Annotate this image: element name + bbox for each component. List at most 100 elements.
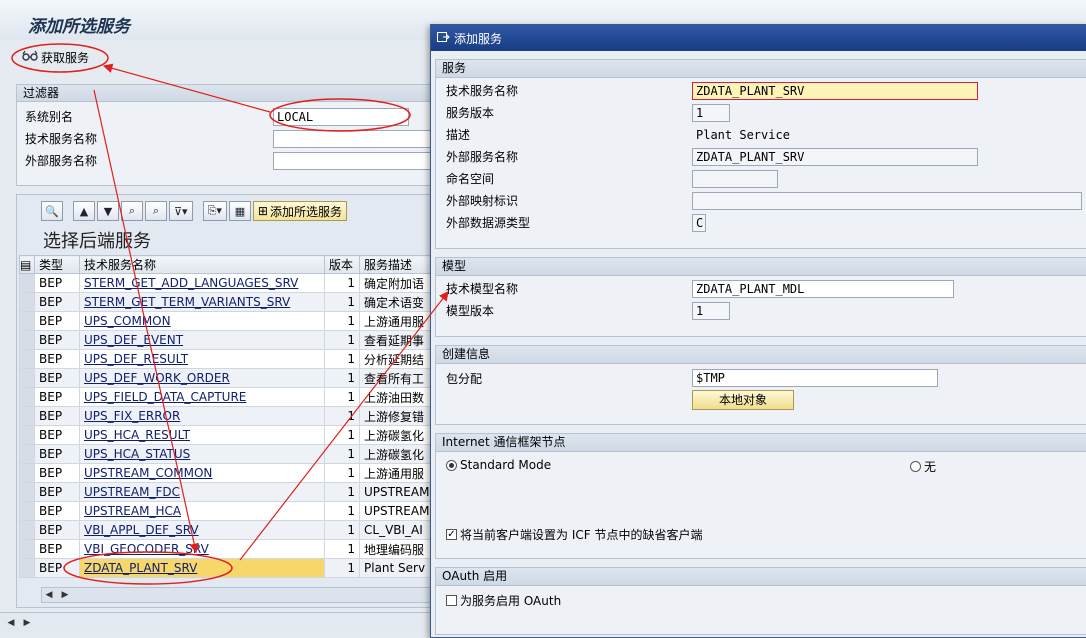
cell-tech-name[interactable]: STERM_GET_TERM_VARIANTS_SRV xyxy=(79,292,325,312)
tech-model-name-input[interactable]: ZDATA_PLANT_MDL xyxy=(692,280,954,298)
cell-tech-name[interactable]: UPS_HCA_STATUS xyxy=(79,444,325,464)
sort-ascending-icon[interactable]: ▲ xyxy=(73,201,95,221)
row-selector[interactable] xyxy=(19,311,35,331)
col-description[interactable]: 服务描述 xyxy=(359,255,435,274)
table-row[interactable]: BEP UPS_COMMON 1 上游通用服 xyxy=(19,311,435,331)
table-row[interactable]: BEP UPSTREAM_HCA 1 UPSTREAM xyxy=(19,501,435,521)
service-section: 服务 技术服务名称 ZDATA_PLANT_SRV 服务版本 1 描述 Plan… xyxy=(435,59,1086,249)
table-row[interactable]: BEP STERM_GET_ADD_LANGUAGES_SRV 1 确定附加语 xyxy=(19,273,435,293)
enable-oauth-checkbox[interactable]: 为服务启用 OAuth xyxy=(446,592,561,609)
col-version[interactable]: 版本 xyxy=(324,255,360,274)
table-row[interactable]: BEP VBI_GEOCODER_SRV 1 地理编码服 xyxy=(19,539,435,559)
scroll-right-icon[interactable]: ▶ xyxy=(58,588,72,602)
cell-tech-name[interactable]: UPS_FIELD_DATA_CAPTURE xyxy=(79,387,325,407)
description-label: 描述 xyxy=(446,128,471,142)
scroll-left-icon[interactable]: ◀ xyxy=(42,588,56,602)
ext-name-input[interactable] xyxy=(273,152,433,170)
row-selector[interactable] xyxy=(19,501,35,521)
table-row[interactable]: BEP UPS_DEF_WORK_ORDER 1 查看所有工 xyxy=(19,368,435,388)
none-radio[interactable]: 无 xyxy=(910,458,936,475)
table-row[interactable]: BEP ZDATA_PLANT_SRV 1 Plant Serv xyxy=(19,558,435,578)
cell-tech-name[interactable]: STERM_GET_ADD_LANGUAGES_SRV xyxy=(79,273,325,293)
find-icon[interactable]: ⌕ xyxy=(121,201,143,221)
cell-version: 1 xyxy=(324,368,360,388)
table-row[interactable]: BEP UPS_FIX_ERROR 1 上游修复错 xyxy=(19,406,435,426)
none-label: 无 xyxy=(924,460,937,474)
local-object-button[interactable]: 本地对象 xyxy=(692,390,794,410)
cell-tech-name[interactable]: UPS_DEF_EVENT xyxy=(79,330,325,350)
row-selector[interactable] xyxy=(19,482,35,502)
layout-grid-icon[interactable]: ▦ xyxy=(228,201,251,221)
row-selector[interactable] xyxy=(19,444,35,464)
model-version-input[interactable]: 1 xyxy=(692,302,730,320)
external-source-type-input[interactable]: C xyxy=(692,214,706,232)
row-selector[interactable] xyxy=(19,520,35,540)
details-icon[interactable]: 🔍 xyxy=(41,201,63,221)
cell-tech-name[interactable]: UPS_COMMON xyxy=(79,311,325,331)
external-service-name-input[interactable]: ZDATA_PLANT_SRV xyxy=(692,148,978,166)
service-table-area: 🔍 ▲ ▼ ⌕ ⌕ ⊽▾ ⎘▾ ▦ ⊞ 添加所选服务 选择后端服务 ▤ 类型 技… xyxy=(16,194,438,608)
row-selector[interactable] xyxy=(19,349,35,369)
cell-version: 1 xyxy=(324,520,360,540)
table-row[interactable]: BEP UPSTREAM_COMMON 1 上游通用服 xyxy=(19,463,435,483)
scroll-left-icon[interactable]: ◀ xyxy=(4,616,18,630)
namespace-input[interactable] xyxy=(692,170,778,188)
tech-service-name-input[interactable]: ZDATA_PLANT_SRV xyxy=(692,82,978,100)
cell-tech-name[interactable]: UPS_HCA_RESULT xyxy=(79,425,325,445)
cell-tech-name[interactable]: UPSTREAM_FDC xyxy=(79,482,325,502)
cell-tech-name[interactable]: UPS_DEF_RESULT xyxy=(79,349,325,369)
table-row[interactable]: BEP UPS_HCA_STATUS 1 上游碳氢化 xyxy=(19,444,435,464)
external-mapping-input[interactable] xyxy=(692,192,1082,210)
cell-tech-name[interactable]: VBI_APPL_DEF_SRV xyxy=(79,520,325,540)
package-assignment-input[interactable]: $TMP xyxy=(692,369,938,387)
cell-type: BEP xyxy=(34,444,80,464)
add-selected-services-button[interactable]: ⊞ 添加所选服务 xyxy=(252,201,347,221)
tech-name-input[interactable] xyxy=(273,130,433,148)
dialog-titlebar[interactable]: 添加服务 xyxy=(431,25,1086,51)
horizontal-scrollbar[interactable]: ◀ ▶ xyxy=(41,587,433,603)
cell-type: BEP xyxy=(34,292,80,312)
table-row[interactable]: BEP UPS_DEF_EVENT 1 查看延期事 xyxy=(19,330,435,350)
cell-version: 1 xyxy=(324,501,360,521)
cell-tech-name[interactable]: UPSTREAM_COMMON xyxy=(79,463,325,483)
table-row[interactable]: BEP UPS_DEF_RESULT 1 分析延期结 xyxy=(19,349,435,369)
select-all-icon[interactable]: ▤ xyxy=(19,255,35,274)
row-selector[interactable] xyxy=(19,463,35,483)
table-row[interactable]: BEP UPS_FIELD_DATA_CAPTURE 1 上游油田数 xyxy=(19,387,435,407)
description-input[interactable]: Plant Service xyxy=(692,126,1082,144)
row-selector[interactable] xyxy=(19,425,35,445)
cell-tech-name[interactable]: ZDATA_PLANT_SRV xyxy=(79,558,325,578)
get-services-button[interactable]: 获取服务 xyxy=(16,46,95,68)
cell-tech-name[interactable]: UPSTREAM_HCA xyxy=(79,501,325,521)
standard-mode-radio[interactable]: Standard Mode xyxy=(446,458,551,472)
system-alias-input[interactable]: LOCAL xyxy=(273,108,409,126)
cell-tech-name[interactable]: UPS_FIX_ERROR xyxy=(79,406,325,426)
table-title: 选择后端服务 xyxy=(43,231,151,252)
filter-icon[interactable]: ⊽▾ xyxy=(169,201,193,221)
table-row[interactable]: BEP VBI_APPL_DEF_SRV 1 CL_VBI_AI xyxy=(19,520,435,540)
row-selector[interactable] xyxy=(19,330,35,350)
scroll-right-icon[interactable]: ▶ xyxy=(20,616,34,630)
col-tech-name[interactable]: 技术服务名称 xyxy=(79,255,325,274)
row-selector[interactable] xyxy=(19,368,35,388)
sort-descending-icon[interactable]: ▼ xyxy=(97,201,119,221)
row-selector[interactable] xyxy=(19,273,35,293)
backend-services-table: ▤ 类型 技术服务名称 版本 服务描述 BEP STERM_GET_ADD_LAN… xyxy=(19,255,435,578)
service-version-input[interactable]: 1 xyxy=(692,104,730,122)
window-scrollbar[interactable]: ◀ ▶ xyxy=(0,612,430,633)
cell-tech-name[interactable]: UPS_DEF_WORK_ORDER xyxy=(79,368,325,388)
default-client-checkbox[interactable]: ✓ 将当前客户端设置为 ICF 节点中的缺省客户端 xyxy=(446,526,702,543)
row-selector[interactable] xyxy=(19,539,35,559)
row-selector[interactable] xyxy=(19,387,35,407)
cell-tech-name[interactable]: VBI_GEOCODER_SRV xyxy=(79,539,325,559)
row-selector[interactable] xyxy=(19,406,35,426)
table-row[interactable]: BEP UPS_HCA_RESULT 1 上游碳氢化 xyxy=(19,425,435,445)
row-selector[interactable] xyxy=(19,292,35,312)
export-icon[interactable]: ⎘▾ xyxy=(202,201,227,221)
find-next-icon[interactable]: ⌕ xyxy=(145,201,167,221)
table-row[interactable]: BEP STERM_GET_TERM_VARIANTS_SRV 1 确定术语变 xyxy=(19,292,435,312)
table-row[interactable]: BEP UPSTREAM_FDC 1 UPSTREAM xyxy=(19,482,435,502)
standard-mode-label: Standard Mode xyxy=(460,458,552,472)
col-type[interactable]: 类型 xyxy=(34,255,80,274)
row-selector[interactable] xyxy=(19,558,35,578)
